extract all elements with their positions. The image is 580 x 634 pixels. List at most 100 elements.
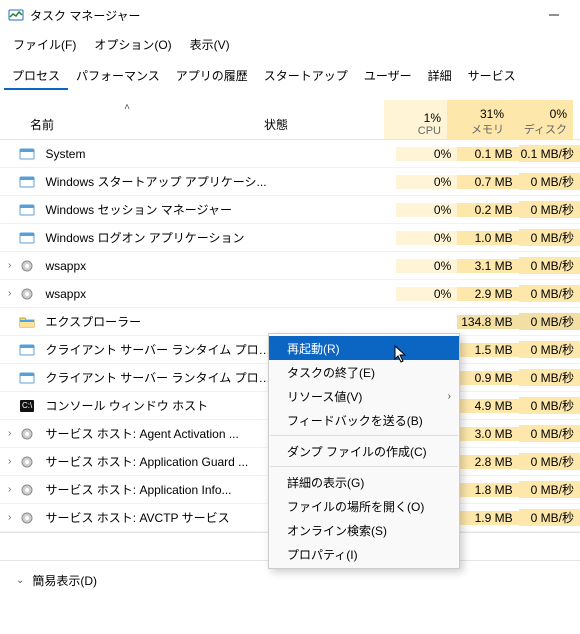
menu-file[interactable]: ファイル(F)	[4, 32, 85, 57]
tab-users[interactable]: ユーザー	[356, 63, 420, 90]
cursor-icon	[394, 345, 408, 363]
taskmgr-icon	[8, 7, 24, 23]
process-name: サービス ホスト: Agent Activation ...	[41, 425, 273, 442]
process-name: コンソール ウィンドウ ホスト	[41, 397, 273, 414]
sort-asc-icon: ˄	[120, 102, 134, 113]
cpu-total-pct: 1%	[424, 111, 441, 125]
process-disk: 0 MB/秒	[519, 313, 580, 330]
tab-app-history[interactable]: アプリの履歴	[168, 63, 256, 90]
ctx-end-task[interactable]: タスクの終了(E)	[269, 360, 459, 384]
process-mem: 2.8 MB	[457, 455, 518, 469]
tab-performance[interactable]: パフォーマンス	[68, 63, 168, 90]
menubar: ファイル(F) オプション(O) 表示(V)	[0, 30, 580, 63]
process-icon	[19, 258, 35, 274]
col-header-cpu[interactable]: 1% CPU	[384, 100, 447, 139]
process-name: クライアント サーバー ランタイム プロセス	[41, 341, 273, 358]
mem-total-pct: 31%	[480, 107, 504, 121]
process-row[interactable]: ›wsappx0%3.1 MB0 MB/秒	[0, 252, 580, 280]
process-disk: 0 MB/秒	[519, 481, 580, 498]
expand-toggle[interactable]: ›	[0, 484, 19, 495]
tab-startup[interactable]: スタートアップ	[256, 63, 356, 90]
minimize-button[interactable]	[536, 0, 572, 30]
process-icon	[19, 314, 35, 330]
process-name: エクスプローラー	[41, 313, 273, 330]
tab-processes[interactable]: プロセス	[4, 63, 68, 90]
process-name: サービス ホスト: AVCTP サービス	[41, 509, 273, 526]
expand-toggle[interactable]: ›	[0, 428, 19, 439]
process-disk: 0 MB/秒	[519, 285, 580, 302]
process-disk: 0 MB/秒	[519, 453, 580, 470]
process-icon: C:\	[19, 398, 35, 414]
ctx-feedback[interactable]: フィードバックを送る(B)	[269, 408, 459, 432]
svg-text:C:\: C:\	[22, 401, 33, 410]
chevron-down-icon: ⌄	[16, 575, 24, 586]
process-name: サービス ホスト: Application Info...	[41, 481, 273, 498]
ctx-restart[interactable]: 再起動(R)	[269, 336, 459, 360]
process-disk: 0 MB/秒	[519, 173, 580, 190]
process-cpu: 0%	[396, 175, 457, 189]
process-mem: 4.9 MB	[457, 399, 518, 413]
process-mem: 2.9 MB	[457, 287, 518, 301]
process-mem: 0.9 MB	[457, 371, 518, 385]
process-row[interactable]: ›wsappx0%2.9 MB0 MB/秒	[0, 280, 580, 308]
tab-bar: プロセス パフォーマンス アプリの履歴 スタートアップ ユーザー 詳細 サービス	[0, 63, 580, 94]
ctx-search-online[interactable]: オンライン検索(S)	[269, 518, 459, 542]
process-name: Windows セッション マネージャー	[41, 201, 273, 218]
ctx-go-to-details[interactable]: 詳細の表示(G)	[269, 470, 459, 494]
process-icon	[19, 342, 35, 358]
process-disk: 0 MB/秒	[519, 229, 580, 246]
process-cpu: 0%	[396, 203, 457, 217]
process-icon	[19, 370, 35, 386]
ctx-create-dump[interactable]: ダンプ ファイルの作成(C)	[269, 439, 459, 463]
col-header-disk[interactable]: 0% ディスク	[510, 100, 573, 139]
expand-toggle[interactable]: ›	[0, 288, 19, 299]
process-mem: 0.2 MB	[457, 203, 518, 217]
chevron-right-icon: ›	[448, 391, 451, 402]
process-row[interactable]: Windows ログオン アプリケーション0%1.0 MB0 MB/秒	[0, 224, 580, 252]
process-cpu: 0%	[396, 147, 457, 161]
process-mem: 0.1 MB	[457, 147, 518, 161]
process-mem: 3.1 MB	[457, 259, 518, 273]
ctx-properties[interactable]: プロパティ(I)	[269, 542, 459, 566]
menu-view[interactable]: 表示(V)	[181, 32, 239, 57]
disk-total-pct: 0%	[550, 107, 567, 121]
process-name: クライアント サーバー ランタイム プロセス	[41, 369, 273, 386]
ctx-separator	[270, 435, 458, 436]
process-icon	[19, 454, 35, 470]
ctx-separator	[270, 466, 458, 467]
process-disk: 0 MB/秒	[519, 509, 580, 526]
cpu-label: CPU	[418, 125, 441, 137]
expand-toggle[interactable]: ›	[0, 260, 19, 271]
titlebar: タスク マネージャー	[0, 0, 580, 30]
tab-services[interactable]: サービス	[460, 63, 524, 90]
process-disk: 0 MB/秒	[519, 201, 580, 218]
column-header-row: ˄ 名前 状態 1% CPU 31% メモリ 0% ディスク	[0, 100, 580, 140]
process-mem: 1.5 MB	[457, 343, 518, 357]
process-name: サービス ホスト: Application Guard ...	[41, 453, 273, 470]
process-row[interactable]: Windows セッション マネージャー 0%0.2 MB0 MB/秒	[0, 196, 580, 224]
process-icon	[19, 510, 35, 526]
process-icon	[19, 426, 35, 442]
process-name: wsappx	[41, 287, 273, 301]
process-row[interactable]: Windows スタートアップ アプリケーシ...0%0.7 MB0 MB/秒	[0, 168, 580, 196]
expand-toggle[interactable]: ›	[0, 512, 19, 523]
process-row[interactable]: System0%0.1 MB0.1 MB/秒	[0, 140, 580, 168]
process-cpu: 0%	[396, 231, 457, 245]
process-icon	[19, 286, 35, 302]
process-mem: 1.8 MB	[457, 483, 518, 497]
col-header-status[interactable]: 状態	[258, 116, 384, 139]
ctx-open-location[interactable]: ファイルの場所を開く(O)	[269, 494, 459, 518]
disk-label: ディスク	[524, 121, 567, 137]
ctx-resources-label: リソース値(V)	[287, 388, 362, 405]
ctx-resources[interactable]: リソース値(V) ›	[269, 384, 459, 408]
process-icon	[19, 202, 35, 218]
menu-options[interactable]: オプション(O)	[85, 32, 180, 57]
process-row[interactable]: エクスプローラー134.8 MB0 MB/秒	[0, 308, 580, 336]
process-disk: 0.1 MB/秒	[519, 145, 580, 162]
process-mem: 1.9 MB	[457, 511, 518, 525]
simple-view-button[interactable]: 簡易表示(D)	[32, 572, 97, 589]
col-header-mem[interactable]: 31% メモリ	[447, 100, 510, 139]
process-name: Windows ログオン アプリケーション	[41, 229, 273, 246]
expand-toggle[interactable]: ›	[0, 456, 19, 467]
tab-details[interactable]: 詳細	[420, 63, 460, 90]
